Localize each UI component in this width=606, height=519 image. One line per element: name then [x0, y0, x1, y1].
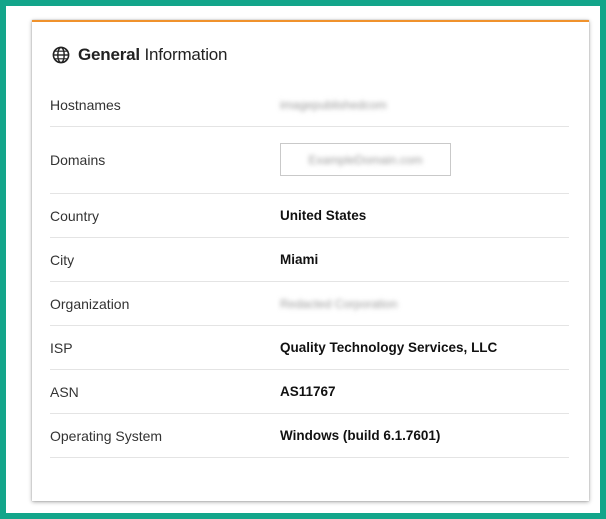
row-domains: Domains ExampleDomain.com — [50, 127, 569, 194]
domain-chip[interactable]: ExampleDomain.com — [280, 143, 451, 176]
operating-system-value: Windows (build 6.1.7601) — [280, 428, 441, 443]
panel-header: General Information — [52, 44, 227, 66]
country-label: Country — [50, 208, 100, 224]
isp-value: Quality Technology Services, LLC — [280, 340, 498, 355]
city-value: Miami — [280, 252, 319, 267]
info-table: Hostnames imagepublishedcom Domains Exam… — [50, 83, 569, 458]
globe-icon — [52, 46, 70, 64]
organization-label: Organization — [50, 296, 130, 312]
row-hostnames: Hostnames imagepublishedcom — [50, 83, 569, 127]
row-isp: ISP Quality Technology Services, LLC — [50, 326, 569, 370]
row-asn: ASN AS11767 — [50, 370, 569, 414]
general-information-panel: General Information Hostnames imagepubli… — [32, 20, 589, 501]
row-organization: Organization Redacted Corporation — [50, 282, 569, 326]
panel-title-rest: Information — [139, 45, 228, 64]
hostnames-label: Hostnames — [50, 97, 121, 113]
operating-system-label: Operating System — [50, 428, 163, 444]
asn-label: ASN — [50, 384, 79, 400]
domains-label: Domains — [50, 152, 106, 168]
row-country: Country United States — [50, 194, 569, 238]
row-city: City Miami — [50, 238, 569, 282]
isp-label: ISP — [50, 340, 73, 356]
city-label: City — [50, 252, 75, 268]
hostnames-value[interactable]: imagepublishedcom — [280, 98, 387, 112]
country-value: United States — [280, 208, 367, 223]
screenshot-frame: General Information Hostnames imagepubli… — [6, 6, 600, 513]
panel-title-bold: General — [78, 45, 140, 64]
organization-value[interactable]: Redacted Corporation — [280, 297, 397, 311]
panel-title: General Information — [78, 45, 227, 65]
domain-chip-text: ExampleDomain.com — [308, 153, 423, 167]
asn-value: AS11767 — [280, 384, 336, 399]
row-operating-system: Operating System Windows (build 6.1.7601… — [50, 414, 569, 458]
